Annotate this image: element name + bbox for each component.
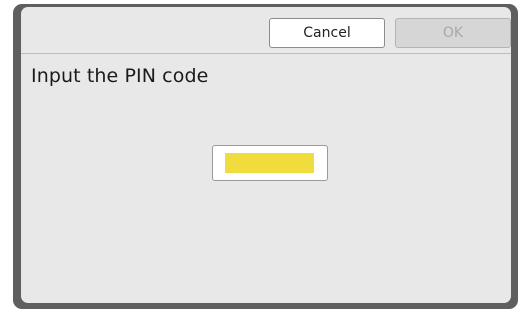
dialog-title: Input the PIN code: [31, 65, 209, 87]
pin-input-cursor-highlight: [225, 153, 314, 173]
dialog-toolbar: Cancel OK: [21, 7, 511, 54]
cancel-button[interactable]: Cancel: [269, 18, 385, 48]
pin-input-field[interactable]: [212, 145, 328, 181]
ok-button[interactable]: OK: [395, 18, 511, 48]
pin-dialog: Cancel OK Input the PIN code: [21, 7, 511, 303]
dialog-frame: Cancel OK Input the PIN code: [13, 4, 518, 309]
